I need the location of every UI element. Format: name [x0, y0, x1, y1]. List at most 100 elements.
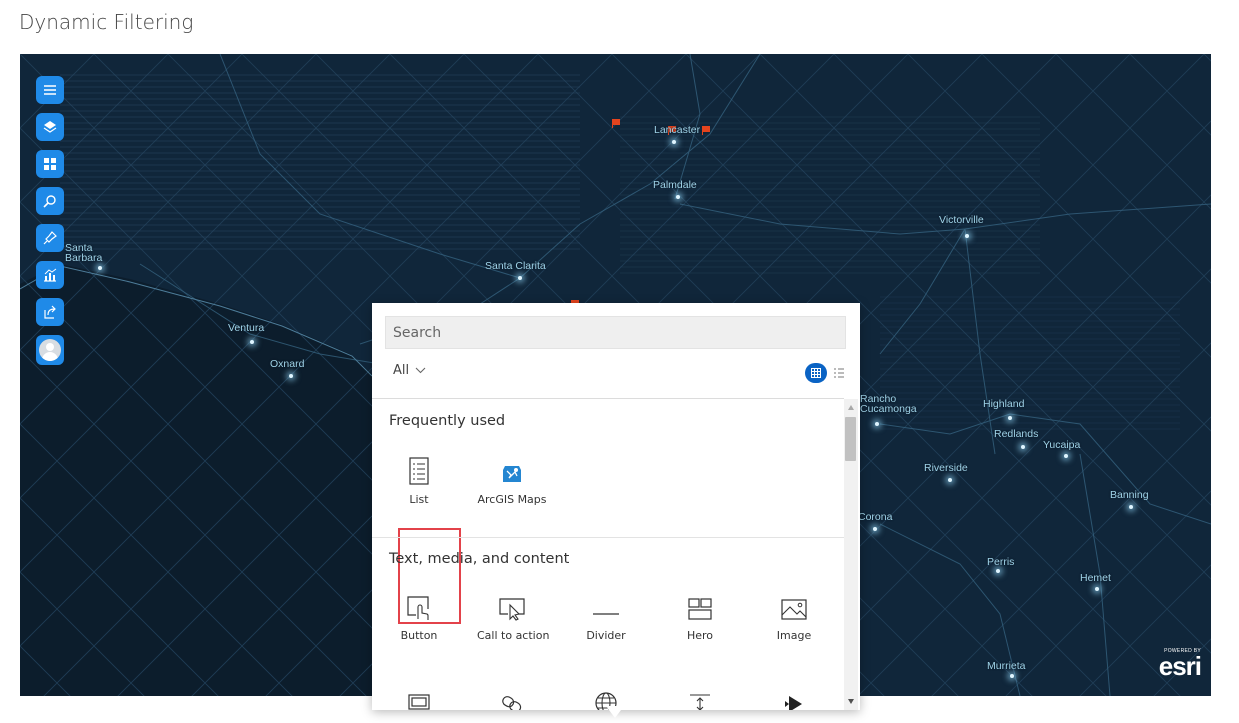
spacer-icon — [690, 694, 710, 710]
city-dot-santa-clarita — [518, 276, 522, 280]
section-title-frequently-used: Frequently used — [389, 413, 506, 429]
hamburger-icon — [44, 85, 56, 95]
widget-video[interactable] — [759, 681, 829, 710]
insert-widget-panel: All Frequently used List ArcGIS Maps Tex… — [372, 303, 860, 710]
city-label-riverside: Riverside — [924, 462, 968, 474]
esri-attribution[interactable]: POWERED BY esri — [1158, 648, 1202, 681]
city-dot-lancaster — [672, 140, 676, 144]
city-dot-hemet — [1095, 587, 1099, 591]
city-dot-santa-barbara — [98, 266, 102, 270]
filter-label: All — [393, 363, 410, 378]
city-dot-banning — [1129, 505, 1133, 509]
share-icon — [44, 305, 56, 319]
city-label-rancho-cucamonga: Rancho Cucamonga — [860, 393, 917, 415]
city-dot-riverside — [948, 478, 952, 482]
locate-button[interactable] — [36, 224, 64, 252]
widget-label: Image — [776, 629, 812, 642]
city-label-redlands: Redlands — [994, 428, 1039, 440]
map-toolbar — [36, 76, 64, 365]
widget-call-to-action[interactable]: Call to action — [477, 587, 550, 642]
list-view-button[interactable] — [833, 367, 845, 379]
view-toggle — [805, 363, 845, 383]
search-input[interactable] — [386, 317, 845, 348]
chevron-down-icon — [415, 367, 426, 374]
city-label-hemet: Hemet — [1080, 572, 1111, 584]
share-button[interactable] — [36, 298, 64, 326]
widget-spacer[interactable] — [665, 681, 735, 710]
widget-slideshow[interactable] — [384, 681, 454, 710]
basemap-button[interactable] — [36, 150, 64, 178]
widget-label: Call to action — [477, 629, 550, 642]
city-label-oxnard: Oxnard — [270, 358, 305, 370]
chart-icon — [44, 268, 57, 282]
city-label-santa-barbara: Santa Barbara — [65, 242, 103, 264]
city-label-palmdale: Palmdale — [653, 179, 697, 191]
city-dot-perris — [996, 569, 1000, 573]
scroll-up-icon[interactable] — [848, 405, 854, 410]
section-title-text-media: Text, media, and content — [389, 551, 570, 567]
city-dot-redlands — [1021, 445, 1025, 449]
search-box[interactable] — [385, 316, 846, 349]
avatar-icon — [39, 339, 61, 361]
call-to-action-icon — [499, 598, 525, 621]
city-label-murrieta: Murrieta — [987, 660, 1026, 672]
city-dot-highland — [1008, 416, 1012, 420]
menu-button[interactable] — [36, 76, 64, 104]
layers-icon — [43, 121, 57, 133]
event-flag-marker[interactable] — [702, 126, 710, 135]
widget-divider[interactable]: Divider — [571, 587, 641, 642]
esri-logo: esri — [1158, 651, 1202, 681]
widget-hero[interactable]: Hero — [665, 587, 735, 642]
button-icon — [407, 596, 429, 620]
hero-icon — [688, 598, 712, 620]
widget-list[interactable]: Frequently used List ArcGIS Maps Text, m… — [372, 399, 844, 710]
city-dot-palmdale — [676, 195, 680, 199]
widget-link[interactable] — [477, 681, 547, 710]
widget-arcgis-maps[interactable]: ArcGIS Maps — [477, 451, 547, 506]
city-dot-oxnard — [289, 374, 293, 378]
pin-icon — [43, 231, 57, 245]
user-button[interactable] — [36, 335, 64, 365]
widget-list[interactable]: List — [384, 451, 454, 506]
slideshow-icon — [408, 694, 430, 710]
section-divider — [372, 537, 844, 538]
city-label-lancaster: Lancaster — [654, 124, 701, 136]
city-label-ventura: Ventura — [228, 322, 265, 334]
category-filter-dropdown[interactable]: All — [393, 363, 426, 378]
event-flag-marker[interactable] — [612, 119, 620, 128]
widget-label: Hero — [686, 629, 714, 642]
city-label-corona: Corona — [858, 511, 893, 523]
city-label-yucaipa: Yucaipa — [1043, 439, 1081, 451]
widget-label: List — [409, 493, 429, 506]
scroll-down-icon[interactable] — [848, 699, 854, 704]
city-dot-rancho-cucamonga — [875, 422, 879, 426]
analysis-button[interactable] — [36, 261, 64, 289]
city-label-perris: Perris — [987, 556, 1015, 568]
page-title: Dynamic Filtering — [19, 10, 194, 34]
search-button[interactable] — [36, 187, 64, 215]
city-label-santa-clarita: Santa Clarita — [485, 260, 546, 272]
widget-image[interactable]: Image — [759, 587, 829, 642]
search-icon — [43, 195, 56, 208]
city-label-banning: Banning — [1110, 489, 1149, 501]
widget-label: Button — [400, 629, 438, 642]
grid-icon — [811, 368, 821, 378]
city-dot-victorville — [965, 234, 969, 238]
scroll-thumb[interactable] — [845, 417, 856, 461]
city-dot-yucaipa — [1064, 454, 1068, 458]
widget-button[interactable]: Button — [384, 587, 454, 642]
city-label-victorville: Victorville — [939, 214, 984, 226]
list-icon — [409, 457, 429, 485]
list-view-icon — [834, 368, 844, 378]
widget-label: ArcGIS Maps — [477, 493, 547, 506]
panel-pointer-arrow — [606, 706, 624, 718]
play-icon — [785, 696, 802, 710]
city-dot-corona — [873, 527, 877, 531]
grid-view-button[interactable] — [805, 363, 827, 383]
image-icon — [781, 599, 807, 620]
layers-button[interactable] — [36, 113, 64, 141]
arcgis-maps-icon — [503, 466, 521, 482]
divider-icon — [593, 613, 619, 615]
panel-scrollbar[interactable] — [844, 399, 858, 710]
city-dot-murrieta — [1010, 674, 1014, 678]
